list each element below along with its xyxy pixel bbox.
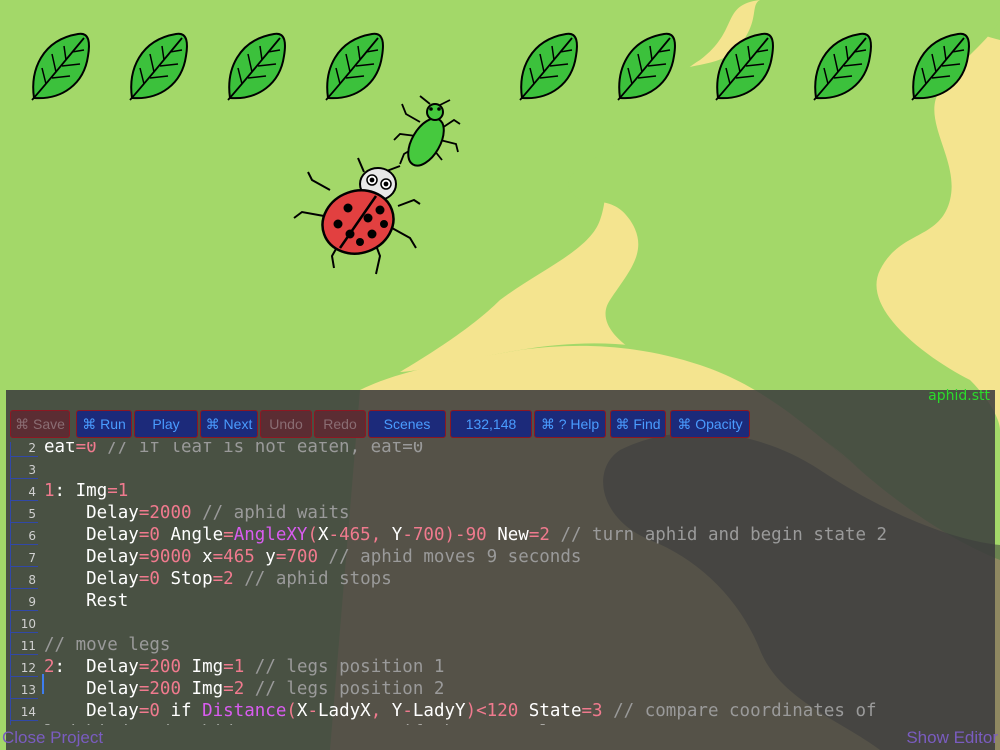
leaf-icon [617,32,676,101]
code-text: Rest [44,591,129,611]
toolbar-button-play[interactable]: Play [134,410,198,438]
toolbar-button-save[interactable]: ⌘ Save [10,410,70,438]
code-text: Delay=2000 // aphid waits [44,503,350,523]
code-line[interactable]: 13 Delay=200 Img=2 // legs position 2 [10,678,995,700]
code-text: // move legs [44,635,171,655]
code-line[interactable]: 10 [10,612,995,634]
code-text: Delay=0 Angle=AngleXY(X-465, Y-700)-90 N… [44,525,888,545]
line-number: 9 [10,590,38,611]
line-number [10,722,38,725]
line-number: 2 [10,442,38,457]
code-line[interactable]: 4 1: Img=1 [10,480,995,502]
line-number: 13 [10,678,38,699]
code-area[interactable]: 2 eat=0 // if leaf is not eaten, eat=0 3 4 1… [10,442,995,725]
toolbar-button-next[interactable]: ⌘ Next [200,410,258,438]
toolbar-button-132-148[interactable]: 132,148 [450,410,532,438]
filename-label: aphid.stt [928,388,990,404]
code-text: Delay=200 Img=2 // legs position 2 [44,679,445,699]
code-line[interactable]: 2 eat=0 // if leaf is not eaten, eat=0 [10,442,995,458]
code-line[interactable]: 6 Delay=0 Angle=AngleXY(X-465, Y-700)-90… [10,524,995,546]
line-number: 5 [10,502,38,523]
code-line[interactable]: ladybird and aphid, go to state 3 if the… [10,722,995,725]
code-line[interactable]: 9 Rest [10,590,995,612]
code-line[interactable]: 12 2: Delay=200 Img=1 // legs position 1 [10,656,995,678]
line-number: 12 [10,656,38,677]
toolbar-button-help[interactable]: ⌘ ? Help [534,410,606,438]
code-text: ladybird and aphid, go to state 3 if the… [44,722,581,725]
code-text: 2: Delay=200 Img=1 // legs position 1 [44,657,445,677]
line-number: 3 [10,458,38,479]
line-number: 4 [10,480,38,501]
code-line[interactable]: 7 Delay=9000 x=465 y=700 // aphid moves … [10,546,995,568]
code-text: 1: Img=1 [44,481,129,501]
code-line[interactable]: 14 Delay=0 if Distance(X-LadyX, Y-LadyY)… [10,700,995,722]
leaf-icon [911,32,970,101]
leaf-icon [715,32,774,101]
leaf-icon [519,32,578,101]
leaf-icon [31,32,90,101]
line-number: 7 [10,546,38,567]
code-line[interactable]: 8 Delay=0 Stop=2 // aphid stops [10,568,995,590]
code-text: eat=0 // if leaf is not eaten, eat=0 [44,442,424,457]
text-cursor [42,674,44,694]
line-number: 8 [10,568,38,589]
line-number: 10 [10,612,38,633]
toolbar-button-run[interactable]: ⌘ Run [76,410,132,438]
line-number: 11 [10,634,38,655]
leaf-icon [813,32,872,101]
toolbar-button-scenes[interactable]: Scenes [368,410,446,438]
code-text: Delay=9000 x=465 y=700 // aphid moves 9 … [44,547,582,567]
leaf-icon [227,32,286,101]
line-number: 14 [10,700,38,721]
toolbar-button-redo[interactable]: Redo [314,410,366,438]
code-line[interactable]: 3 [10,458,995,480]
leaf-icon [129,32,188,101]
line-number: 6 [10,524,38,545]
toolbar-button-undo[interactable]: Undo [260,410,312,438]
code-line[interactable]: 5 Delay=2000 // aphid waits [10,502,995,524]
toolbar-button-opacity[interactable]: ⌘ Opacity [670,410,750,438]
close-project-button[interactable]: Close Project [2,728,103,748]
code-text: Delay=0 Stop=2 // aphid stops [44,569,392,589]
toolbar-button-find[interactable]: ⌘ Find [610,410,666,438]
code-editor[interactable]: aphid.stt ⌘ Save ⌘ Run Play ⌘ Next Undo Redo S… [6,388,995,750]
ladybird-sprite[interactable] [288,156,428,282]
leaf-icon [325,32,384,101]
show-editor-button[interactable]: Show Editor [906,728,998,748]
code-text: Delay=0 if Distance(X-LadyX, Y-LadyY)<12… [44,701,877,721]
code-line[interactable]: 11 // move legs [10,634,995,656]
